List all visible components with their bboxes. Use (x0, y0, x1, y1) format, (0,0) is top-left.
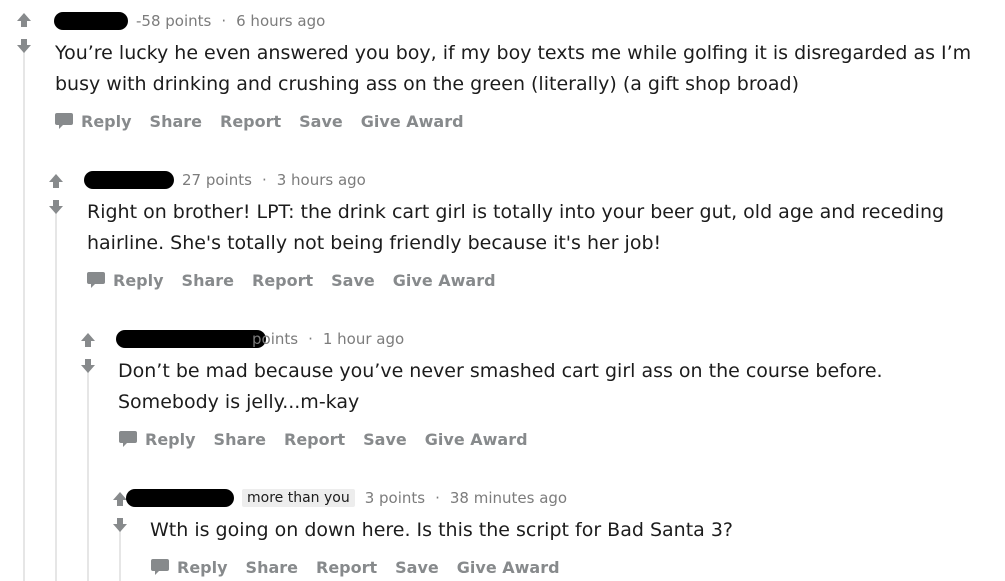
comment-bubble-icon (119, 431, 137, 447)
save-button[interactable]: Save (363, 430, 407, 449)
reply-button[interactable]: Reply (55, 112, 132, 131)
save-button[interactable]: Save (299, 112, 343, 131)
reply-label: Reply (113, 270, 164, 290)
username-redacted[interactable] (126, 489, 234, 507)
share-button[interactable]: Share (182, 271, 234, 290)
give-award-button[interactable]: Give Award (393, 271, 496, 290)
timestamp[interactable]: 3 hours ago (277, 171, 366, 189)
share-button[interactable]: Share (214, 430, 266, 449)
comment-body: You’re lucky he even answered you boy, i… (55, 42, 972, 95)
upvote-icon[interactable] (16, 12, 32, 28)
share-button[interactable]: Share (246, 558, 298, 577)
upvote-icon[interactable] (80, 332, 96, 348)
thread-line[interactable] (55, 200, 57, 581)
username-redacted[interactable] (54, 12, 128, 30)
save-button[interactable]: Save (331, 271, 375, 290)
user-flair: more than you (242, 489, 355, 507)
upvote-icon[interactable] (48, 173, 64, 189)
report-button[interactable]: Report (284, 430, 345, 449)
timestamp[interactable]: 1 hour ago (323, 330, 404, 348)
points: -58 points (136, 12, 212, 30)
downvote-icon[interactable] (16, 38, 32, 54)
comment-body: Don’t be mad because you’ve never smashe… (118, 360, 883, 413)
separator-dot: · (435, 489, 440, 507)
reply-label: Reply (81, 111, 132, 131)
comment-bubble-icon (87, 272, 105, 288)
thread-line[interactable] (87, 360, 89, 581)
timestamp[interactable]: 6 hours ago (236, 12, 325, 30)
give-award-button[interactable]: Give Award (361, 112, 464, 131)
comment-actions: Reply Share Report Save Give Award (119, 427, 546, 451)
report-button[interactable]: Report (220, 112, 281, 131)
comment-actions: Reply Share Report Save Give Award (87, 268, 514, 292)
separator-dot: · (221, 12, 227, 30)
comment-body: Right on brother! LPT: the drink cart gi… (87, 201, 945, 254)
separator-dot: · (261, 171, 267, 189)
give-award-button[interactable]: Give Award (425, 430, 528, 449)
reply-button[interactable]: Reply (151, 558, 228, 577)
save-button[interactable]: Save (395, 558, 439, 577)
comment-meta: 27 points · 3 hours ago (84, 168, 366, 192)
comment-actions: Reply Share Report Save Give Award (55, 109, 482, 133)
comment-bubble-icon (151, 559, 169, 575)
comment-bubble-icon (55, 113, 73, 129)
downvote-icon[interactable] (80, 358, 96, 374)
comment-meta: -58 points · 6 hours ago (54, 9, 325, 33)
report-button[interactable]: Report (316, 558, 377, 577)
username-redacted[interactable] (116, 330, 266, 348)
share-button[interactable]: Share (150, 112, 202, 131)
vote-controls (80, 332, 96, 374)
downvote-icon[interactable] (48, 199, 64, 215)
comment-meta: more than you 3 points · 38 minutes ago (126, 486, 567, 510)
thread-line[interactable] (23, 40, 25, 581)
reply-button[interactable]: Reply (119, 430, 196, 449)
points: 27 points (182, 171, 252, 189)
reply-button[interactable]: Reply (87, 271, 164, 290)
comment-actions: Reply Share Report Save Give Award (151, 555, 578, 579)
vote-controls (48, 173, 64, 215)
timestamp[interactable]: 38 minutes ago (450, 489, 567, 507)
report-button[interactable]: Report (252, 271, 313, 290)
give-award-button[interactable]: Give Award (457, 558, 560, 577)
reply-label: Reply (177, 557, 228, 577)
downvote-icon[interactable] (112, 517, 128, 533)
comment-meta: points · 1 hour ago (116, 327, 404, 351)
points: 3 points (364, 489, 426, 507)
separator-dot: · (308, 330, 313, 348)
reply-label: Reply (145, 429, 196, 449)
points: points (252, 330, 299, 348)
comment-body: Wth is going on down here. Is this the s… (150, 519, 733, 541)
username-redacted[interactable] (84, 171, 174, 189)
vote-controls (16, 12, 32, 54)
